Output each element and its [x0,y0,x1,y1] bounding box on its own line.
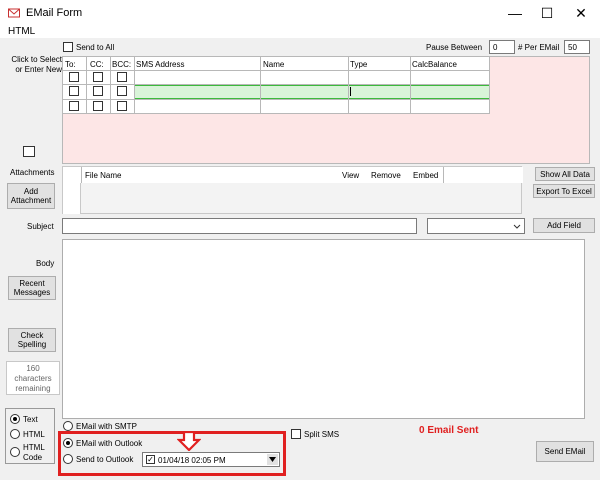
body-textarea[interactable] [62,239,585,419]
subject-label: Subject [27,222,54,231]
send-to-outlook-radio[interactable] [63,454,73,464]
body-label: Body [36,259,55,268]
close-button[interactable]: ✕ [564,0,598,26]
chevron-down-icon [513,224,521,229]
cc-checkbox[interactable] [93,72,103,82]
format-html-radio[interactable] [10,429,20,439]
subject-input[interactable] [62,218,417,234]
format-text-radio[interactable] [10,414,20,424]
cc-checkbox[interactable] [93,101,103,111]
mail-icon [8,8,20,18]
send-email-button[interactable]: Send EMail [536,441,594,462]
email-sent-status: 0 Email Sent [419,425,479,436]
email-outlook-radio[interactable] [63,438,73,448]
down-arrow-icon [177,431,201,451]
format-html-label: HTML [23,430,45,439]
schedule-checkbox[interactable]: ✓ [146,455,155,464]
pause-between-input[interactable]: 0 [489,40,515,54]
send-to-outlook-label: Send to Outlook [76,455,134,464]
format-html-code-radio[interactable] [10,447,20,457]
show-all-data-button[interactable]: Show All Data [535,167,595,181]
field-select[interactable] [427,218,525,234]
send-to-all-checkbox[interactable] [63,42,73,52]
bcc-checkbox[interactable] [117,86,127,96]
schedule-datetime-picker[interactable]: ✓ 01/04/18 02:05 PM [142,452,280,467]
characters-remaining: 160 characters remaining [6,361,60,395]
format-group: Text HTML HTML Code [5,408,55,464]
col-bcc: BCC: [112,60,132,69]
title-bar: EMail Form — ☐ ✕ [0,0,600,26]
email-outlook-label: EMail with Outlook [76,439,143,448]
col-type: Type [350,60,368,69]
col-sms-address: SMS Address [136,60,185,69]
send-to-all-label: Send to All [76,43,115,52]
chevron-down-icon [269,457,276,462]
schedule-datetime-value: 01/04/18 02:05 PM [158,456,226,465]
bcc-checkbox[interactable] [117,101,127,111]
col-calcbalance: CalcBalance [412,60,457,69]
menu-html[interactable]: HTML [8,26,35,37]
add-field-button[interactable]: Add Field [533,218,595,233]
to-checkbox[interactable] [69,86,79,96]
attachments-grid[interactable]: File Name View Remove Embed [62,166,523,214]
to-checkbox[interactable] [69,72,79,82]
per-email-label: # Per EMail [518,43,560,52]
select-all-checkbox[interactable] [23,146,35,157]
menu-bar: HTML [0,26,600,38]
recent-messages-button[interactable]: Recent Messages [8,276,56,300]
split-sms-label: Split SMS [304,430,340,439]
add-attachment-button[interactable]: Add Attachment [7,183,55,209]
selected-row[interactable] [135,85,489,99]
window-title: EMail Form [26,7,83,19]
col-remove: Remove [371,171,401,180]
datetime-dropdown-button[interactable] [267,454,278,465]
check-spelling-button[interactable]: Check Spelling [8,328,56,352]
email-smtp-radio[interactable] [63,421,73,431]
export-to-excel-button[interactable]: Export To Excel [533,184,595,198]
click-to-select-label: Click to Select or Enter New [11,55,62,74]
col-embed: Embed [413,171,439,180]
col-name: Name [263,60,285,69]
format-text-label: Text [23,415,38,424]
text-cursor [350,87,351,96]
attachments-label: Attachments [10,168,55,177]
format-html-code-label: HTML Code [23,443,45,462]
to-checkbox[interactable] [69,101,79,111]
col-file-name: File Name [85,171,122,180]
pause-between-label: Pause Between [426,43,483,52]
col-to: To: [65,60,76,69]
cc-checkbox[interactable] [93,86,103,96]
split-sms-checkbox[interactable] [291,429,301,439]
per-email-input[interactable]: 50 [564,40,590,54]
col-view: View [342,171,360,180]
email-smtp-label: EMail with SMTP [76,422,137,431]
bcc-checkbox[interactable] [117,72,127,82]
minimize-button[interactable]: — [498,0,532,26]
recipients-grid[interactable]: To: CC: BCC: SMS Address Name Type CalcB… [62,56,590,164]
maximize-button[interactable]: ☐ [530,0,564,26]
col-cc: CC: [90,60,104,69]
